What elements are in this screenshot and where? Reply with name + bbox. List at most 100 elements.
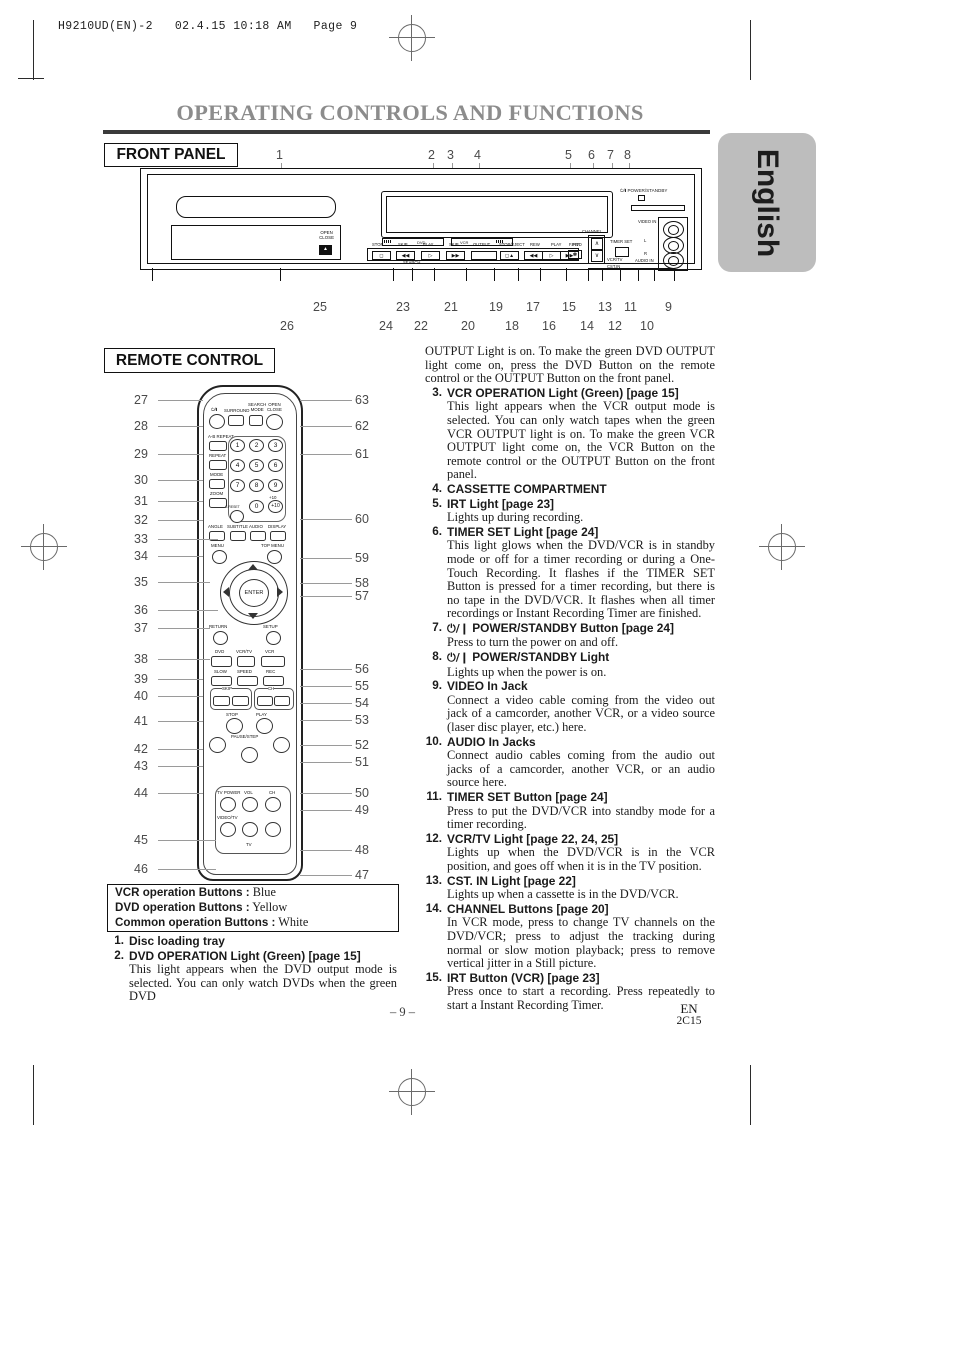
dpad-up-icon[interactable]	[248, 564, 258, 570]
channel-buttons[interactable]: ∧ ∨	[588, 235, 605, 264]
list-item: 11. TIMER SET Button [page 24] Press to …	[425, 790, 715, 832]
enter-button[interactable]: ENTER	[239, 579, 269, 607]
stop-button-remote[interactable]	[226, 718, 243, 734]
num-0-button[interactable]: 0	[249, 500, 264, 513]
label-display: DISPLAY	[268, 524, 287, 529]
vcr-tv-button[interactable]	[237, 656, 255, 667]
video-in-jack[interactable]	[663, 221, 684, 238]
audio-r-jack[interactable]	[663, 252, 684, 269]
rew-button[interactable]: ◀◀	[524, 251, 543, 260]
tv-power-button[interactable]	[220, 797, 236, 812]
plus10-button[interactable]: +10	[268, 500, 283, 513]
channel-down-button[interactable]: ∨	[591, 250, 603, 262]
ch-down-button[interactable]	[257, 696, 273, 706]
navigation-pad[interactable]: ENTER	[220, 561, 288, 625]
list-item: 12. VCR/TV Light [page 22, 24, 25] Light…	[425, 832, 715, 874]
power-standby-button[interactable]	[631, 205, 685, 211]
stop-button-dvd[interactable]: ◻	[372, 251, 391, 260]
footer-region: EN	[680, 1001, 698, 1016]
rew-button-remote[interactable]	[209, 737, 226, 753]
skip-fwd-button-remote[interactable]	[232, 696, 249, 706]
open-close-button[interactable]	[266, 414, 283, 430]
skip-back-button[interactable]: ◀◀	[396, 251, 415, 260]
channel-up-button[interactable]: ∧	[591, 238, 603, 250]
label-stop-remote: STOP	[226, 712, 238, 717]
num-9-button[interactable]: 9	[268, 479, 283, 492]
pause-step-button[interactable]	[241, 747, 258, 763]
item-heading: DVD OPERATION Light (Green) [page 15]	[129, 948, 361, 963]
power-button-remote[interactable]	[209, 414, 225, 429]
return-button[interactable]	[213, 631, 228, 645]
label-angle: ANGLE	[208, 524, 223, 529]
remote-leader-left-39	[158, 679, 203, 680]
repeat-button[interactable]	[209, 460, 227, 470]
tv-ch-up-button[interactable]	[265, 797, 281, 812]
num-1-button[interactable]: 1	[230, 439, 245, 452]
slow-button[interactable]	[211, 676, 232, 686]
list-item: 1. Disc loading tray	[107, 934, 397, 949]
ffwd-button-remote[interactable]	[273, 737, 290, 753]
remote-callout-51: 51	[355, 755, 369, 769]
subtitle-button[interactable]	[230, 531, 246, 541]
callout-9: 9	[665, 300, 672, 314]
label-audio-r: R	[644, 251, 648, 256]
video-tv-button[interactable]	[220, 822, 236, 837]
skip-back-button-remote[interactable]	[213, 696, 230, 706]
ch-up-button[interactable]	[274, 696, 290, 706]
dpad-down-icon[interactable]	[248, 613, 258, 619]
label-audio: AUDIO	[249, 524, 263, 529]
dpad-right-icon[interactable]	[277, 587, 283, 597]
irt-button[interactable]: ✽	[568, 250, 582, 259]
callout-1: 1	[276, 148, 283, 162]
callout-19: 19	[489, 300, 503, 314]
remote-leader-left-45	[158, 840, 216, 841]
speed-button[interactable]	[237, 676, 258, 686]
dvd-button[interactable]	[211, 656, 232, 667]
remote-callout-56: 56	[355, 662, 369, 676]
remote-callout-32: 32	[134, 513, 148, 527]
tv-ch-down-button[interactable]	[265, 822, 281, 837]
num-4-button[interactable]: 4	[230, 459, 245, 472]
surround-button[interactable]	[228, 415, 244, 426]
label-ch-tv: CH	[269, 790, 276, 795]
display-button[interactable]	[270, 531, 286, 541]
play-button-dvd[interactable]: ▷	[421, 251, 440, 260]
output-button[interactable]	[471, 251, 497, 260]
label-stop-eject: STOP/EJECT	[499, 242, 525, 247]
remote-leader-left-41	[158, 721, 203, 722]
item-number: 3.	[432, 385, 442, 399]
callout-17: 17	[526, 300, 540, 314]
item-number: 4.	[432, 481, 442, 495]
language-tab-label: English	[751, 148, 784, 257]
num-3-button[interactable]: 3	[268, 439, 283, 452]
play-button-remote[interactable]	[256, 718, 273, 734]
vol-down-button[interactable]	[242, 822, 258, 837]
remote-callout-33: 33	[134, 532, 148, 546]
rec-button[interactable]	[263, 676, 284, 686]
page-title: OPERATING CONTROLS AND FUNCTIONS	[176, 100, 644, 125]
num-5-button[interactable]: 5	[249, 459, 264, 472]
ab-repeat-button[interactable]	[209, 441, 227, 451]
num-6-button[interactable]: 6	[268, 459, 283, 472]
item-body: Connect a video cable coming from the vi…	[447, 692, 715, 735]
audio-button[interactable]	[250, 531, 266, 541]
vol-up-button[interactable]	[242, 797, 258, 812]
setup-button[interactable]	[266, 631, 281, 645]
timer-set-button[interactable]	[615, 247, 629, 257]
item-number: 12.	[425, 831, 442, 845]
num-8-button[interactable]: 8	[249, 479, 264, 492]
vcr-button[interactable]	[261, 656, 285, 667]
callout-5: 5	[565, 148, 572, 162]
num-2-button[interactable]: 2	[249, 439, 264, 452]
stop-eject-button[interactable]: ◻▲	[500, 251, 519, 260]
skip-fwd-button[interactable]: ▶▶	[446, 251, 465, 260]
mode-button[interactable]	[209, 479, 225, 489]
label-timer-set: TIMER SET	[610, 239, 633, 244]
search-mode-button[interactable]	[249, 415, 263, 426]
item-heading: IRT Light [page 23]	[447, 496, 555, 511]
dpad-left-icon[interactable]	[223, 587, 229, 597]
c-reset-button[interactable]	[230, 510, 244, 523]
play-button-vcr[interactable]: ▷	[542, 251, 561, 260]
num-7-button[interactable]: 7	[230, 479, 245, 492]
dvd-bars-icon	[384, 240, 392, 243]
